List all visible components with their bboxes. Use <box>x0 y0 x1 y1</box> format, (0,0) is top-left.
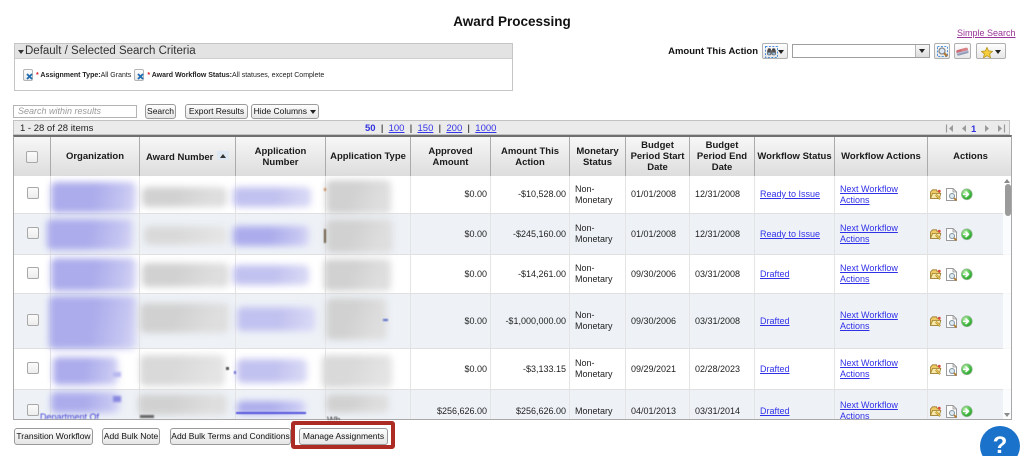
svg-text:1: 1 <box>971 124 977 133</box>
